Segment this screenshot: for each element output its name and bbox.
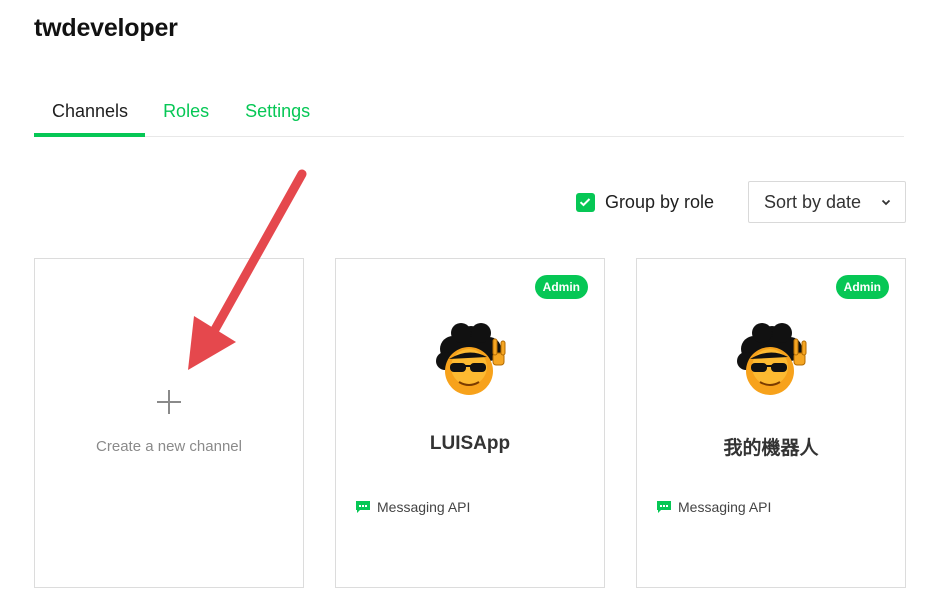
channel-type: Messaging API bbox=[657, 499, 771, 515]
channel-toolbar: Group by role Sort by date bbox=[575, 181, 906, 223]
create-channel-card[interactable]: Create a new channel bbox=[34, 258, 304, 588]
tab-bar: Channels Roles Settings bbox=[34, 97, 904, 137]
message-bubble-icon bbox=[657, 501, 671, 513]
channel-type-label: Messaging API bbox=[377, 499, 471, 515]
tab-settings[interactable]: Settings bbox=[227, 97, 328, 137]
group-by-role-label: Group by role bbox=[604, 191, 714, 212]
tab-channels[interactable]: Channels bbox=[34, 97, 146, 137]
plus-icon bbox=[157, 390, 181, 414]
admin-badge: Admin bbox=[534, 275, 588, 299]
group-by-role-toggle[interactable]: Group by role bbox=[575, 191, 714, 213]
channel-grid: Create a new channel Admin LUISApp Messa… bbox=[34, 258, 906, 588]
channel-type: Messaging API bbox=[356, 499, 470, 515]
create-channel-label: Create a new channel bbox=[96, 438, 242, 455]
channel-card[interactable]: Admin LUISApp Messaging API bbox=[335, 258, 605, 588]
channel-type-label: Messaging API bbox=[678, 499, 772, 515]
afro-emoji-avatar-icon bbox=[436, 323, 506, 395]
channel-name: 我的機器人 bbox=[723, 438, 819, 459]
channel-name: LUISApp bbox=[429, 433, 511, 454]
provider-title: twdeveloper bbox=[34, 14, 178, 42]
channel-card[interactable]: Admin 我的機器人 Messaging API bbox=[636, 258, 906, 588]
sort-select-value: Sort by date bbox=[764, 191, 862, 212]
admin-badge: Admin bbox=[835, 275, 889, 299]
afro-emoji-avatar-icon bbox=[737, 323, 807, 395]
checkmark-icon bbox=[580, 198, 591, 207]
chevron-down-icon bbox=[881, 199, 891, 205]
message-bubble-icon bbox=[356, 501, 370, 513]
sort-select[interactable]: Sort by date bbox=[748, 181, 906, 223]
tab-roles[interactable]: Roles bbox=[145, 97, 227, 137]
group-by-role-checkbox[interactable] bbox=[575, 192, 595, 212]
